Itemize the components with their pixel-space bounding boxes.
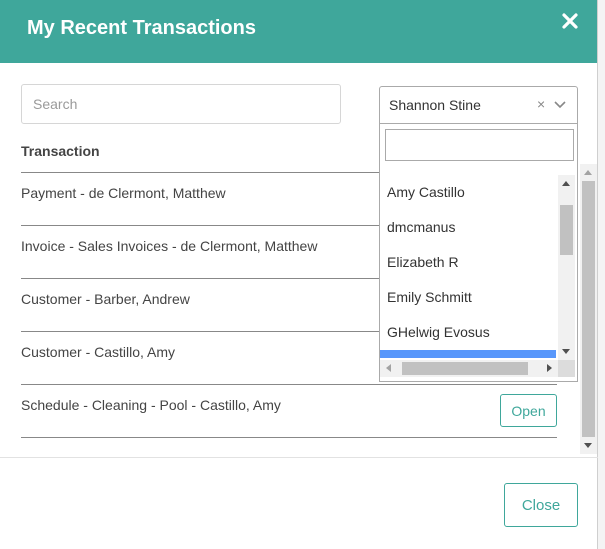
scroll-thumb[interactable]: [560, 205, 573, 255]
scroll-down-icon[interactable]: [562, 349, 570, 354]
dropdown-option-list: Amy Castillo dmcmanus Elizabeth R Emily …: [380, 175, 556, 360]
search-input[interactable]: [21, 84, 341, 124]
transaction-label: Schedule - Cleaning - Pool - Castillo, A…: [21, 397, 281, 413]
chevron-down-icon[interactable]: [553, 98, 567, 112]
open-button[interactable]: Open: [500, 394, 557, 427]
scroll-thumb[interactable]: [402, 362, 528, 375]
transaction-label: Customer - Barber, Andrew: [21, 291, 190, 307]
scroll-thumb[interactable]: [582, 181, 595, 437]
scroll-right-icon[interactable]: [547, 364, 552, 372]
scrollbar-corner: [558, 360, 575, 377]
footer-divider: [0, 457, 598, 458]
user-select[interactable]: Shannon Stine ×: [379, 86, 578, 124]
scroll-down-icon[interactable]: [584, 443, 592, 448]
list-scrollbar[interactable]: [580, 164, 597, 454]
selected-user: Shannon Stine: [389, 97, 481, 113]
close-icon[interactable]: [559, 10, 581, 32]
scroll-up-icon[interactable]: [584, 170, 592, 175]
dropdown-option[interactable]: dmcmanus: [380, 210, 556, 245]
recent-transactions-modal: My Recent Transactions Transaction Payme…: [0, 0, 598, 549]
scroll-left-icon[interactable]: [386, 364, 391, 372]
modal-header: My Recent Transactions: [0, 0, 597, 63]
dropdown-option-highlighted[interactable]: [380, 350, 556, 358]
transaction-column-header: Transaction: [21, 143, 100, 159]
table-row[interactable]: Schedule - Cleaning - Pool - Castillo, A…: [21, 385, 557, 438]
user-dropdown: Amy Castillo dmcmanus Elizabeth R Emily …: [379, 124, 578, 382]
transaction-label: Invoice - Sales Invoices - de Clermont, …: [21, 238, 318, 254]
modal-title: My Recent Transactions: [27, 17, 256, 39]
scroll-up-icon[interactable]: [562, 181, 570, 186]
dropdown-option[interactable]: GHelwig Evosus: [380, 315, 556, 350]
transaction-label: Payment - de Clermont, Matthew: [21, 185, 226, 201]
dropdown-option[interactable]: Amy Castillo: [380, 175, 556, 210]
dropdown-vertical-scrollbar[interactable]: [558, 175, 575, 360]
dropdown-option[interactable]: Emily Schmitt: [380, 280, 556, 315]
dropdown-search-input[interactable]: [385, 129, 574, 161]
dropdown-option[interactable]: Elizabeth R: [380, 245, 556, 280]
transaction-label: Customer - Castillo, Amy: [21, 344, 176, 360]
dropdown-horizontal-scrollbar[interactable]: [380, 360, 558, 377]
clear-icon[interactable]: ×: [537, 96, 545, 112]
close-button[interactable]: Close: [504, 483, 578, 527]
